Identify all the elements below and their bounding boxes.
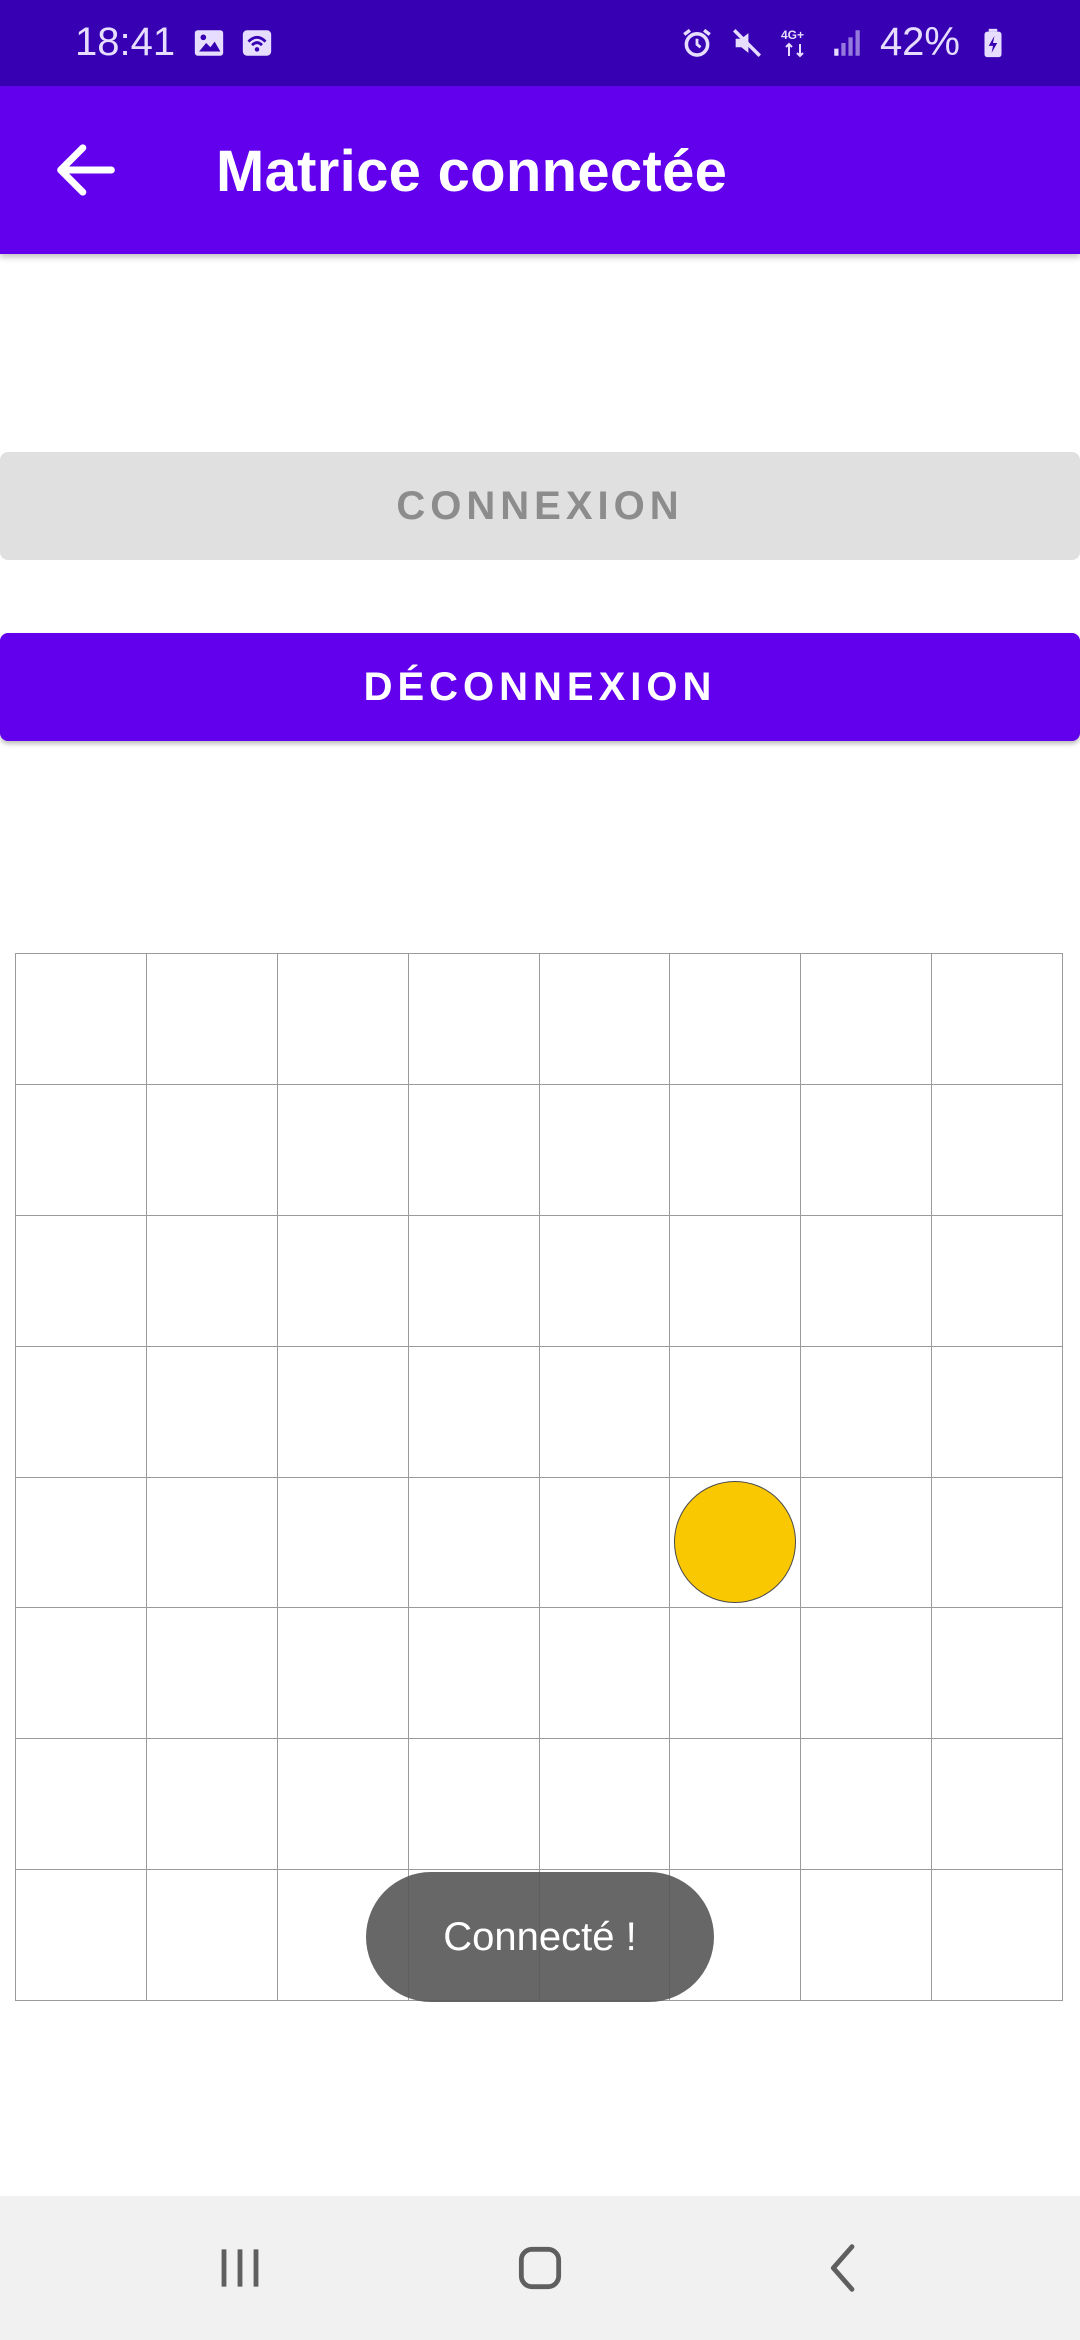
matrix-cell[interactable]	[146, 1215, 278, 1347]
image-icon	[194, 30, 224, 56]
matrix-cell[interactable]	[801, 1608, 933, 1740]
matrix-cell[interactable]	[539, 1739, 671, 1871]
matrix-cell[interactable]	[408, 1608, 540, 1740]
matrix-cell[interactable]	[801, 1739, 933, 1871]
system-nav-bar	[0, 2196, 1080, 2340]
matrix-cell[interactable]	[277, 1608, 409, 1740]
status-time: 18:41	[75, 20, 176, 64]
matrix-cell[interactable]	[670, 1739, 802, 1871]
matrix-cell[interactable]	[670, 1215, 802, 1347]
wifi-calling-icon	[242, 30, 272, 56]
matrix-cell[interactable]	[408, 1215, 540, 1347]
matrix-cell[interactable]	[146, 1739, 278, 1871]
matrix-cell[interactable]	[670, 1477, 802, 1609]
led-matrix-grid	[15, 953, 1063, 2001]
matrix-cell[interactable]	[932, 1870, 1063, 2001]
matrix-cell[interactable]	[146, 1477, 278, 1609]
disconnect-button[interactable]: DÉCONNEXION	[0, 633, 1080, 741]
battery-charging-icon	[984, 28, 1002, 57]
network-4g-icon: 4G+	[781, 28, 804, 57]
matrix-cell[interactable]	[801, 1346, 933, 1478]
matrix-cell[interactable]	[146, 954, 278, 1085]
matrix-cell[interactable]	[539, 1346, 671, 1478]
matrix-cell[interactable]	[801, 1870, 933, 2001]
page-title: Matrice connectée	[216, 139, 728, 204]
matrix-cell[interactable]	[408, 954, 540, 1085]
matrix-cell[interactable]	[16, 1084, 147, 1216]
matrix-cell[interactable]	[932, 1608, 1063, 1740]
status-right-icons: 4G+ 42%	[680, 20, 1010, 65]
matrix-cell[interactable]	[932, 1215, 1063, 1347]
matrix-cell[interactable]	[277, 954, 409, 1085]
matrix-cell[interactable]	[670, 954, 802, 1085]
back-icon[interactable]	[812, 2236, 876, 2300]
matrix-cell[interactable]	[801, 1215, 933, 1347]
toast-message: Connecté !	[366, 1872, 714, 2002]
matrix-cell[interactable]	[146, 1084, 278, 1216]
matrix-cell[interactable]	[932, 1477, 1063, 1609]
matrix-cell[interactable]	[539, 954, 671, 1085]
matrix-cell[interactable]	[16, 1346, 147, 1478]
matrix-cell[interactable]	[801, 1477, 933, 1609]
signal-icon	[834, 29, 860, 56]
recent-apps-icon[interactable]	[208, 2236, 272, 2300]
matrix-cell[interactable]	[932, 1084, 1063, 1216]
matrix-cell[interactable]	[146, 1608, 278, 1740]
matrix-cell[interactable]	[16, 1477, 147, 1609]
matrix-cell[interactable]	[539, 1084, 671, 1216]
mute-icon	[732, 28, 761, 57]
matrix-cell[interactable]	[277, 1346, 409, 1478]
arrow-left-icon[interactable]	[48, 132, 124, 208]
matrix-cell[interactable]	[146, 1346, 278, 1478]
alarm-icon	[683, 28, 711, 57]
led-dot	[674, 1481, 797, 1604]
matrix-cell[interactable]	[670, 1346, 802, 1478]
matrix-cell[interactable]	[408, 1084, 540, 1216]
matrix-cell[interactable]	[408, 1346, 540, 1478]
matrix-cell[interactable]	[16, 1608, 147, 1740]
matrix-cell[interactable]	[801, 954, 933, 1085]
matrix-cell[interactable]	[932, 1346, 1063, 1478]
matrix-cell[interactable]	[16, 1215, 147, 1347]
matrix-cell[interactable]	[670, 1084, 802, 1216]
status-left-icons	[192, 26, 274, 60]
status-bar: 18:41 4G+ 42%	[0, 0, 1080, 86]
matrix-cell[interactable]	[408, 1739, 540, 1871]
matrix-cell[interactable]	[539, 1608, 671, 1740]
matrix-cell[interactable]	[932, 954, 1063, 1085]
home-icon[interactable]	[508, 2236, 572, 2300]
matrix-cell[interactable]	[670, 1608, 802, 1740]
matrix-cell[interactable]	[277, 1477, 409, 1609]
matrix-cell[interactable]	[277, 1739, 409, 1871]
matrix-cell[interactable]	[277, 1084, 409, 1216]
matrix-cell[interactable]	[277, 1215, 409, 1347]
matrix-cell[interactable]	[408, 1477, 540, 1609]
matrix-cell[interactable]	[16, 954, 147, 1085]
matrix-cell[interactable]	[539, 1215, 671, 1347]
matrix-cell[interactable]	[539, 1477, 671, 1609]
matrix-cell[interactable]	[146, 1870, 278, 2001]
matrix-cell[interactable]	[932, 1739, 1063, 1871]
connect-button[interactable]: CONNEXION	[0, 452, 1080, 560]
matrix-cell[interactable]	[801, 1084, 933, 1216]
matrix-cell[interactable]	[16, 1870, 147, 2001]
matrix-cell[interactable]	[16, 1739, 147, 1871]
battery-percent: 42%	[879, 20, 960, 64]
svg-text:4G+: 4G+	[781, 28, 804, 42]
app-bar: Matrice connectée	[0, 86, 1080, 254]
